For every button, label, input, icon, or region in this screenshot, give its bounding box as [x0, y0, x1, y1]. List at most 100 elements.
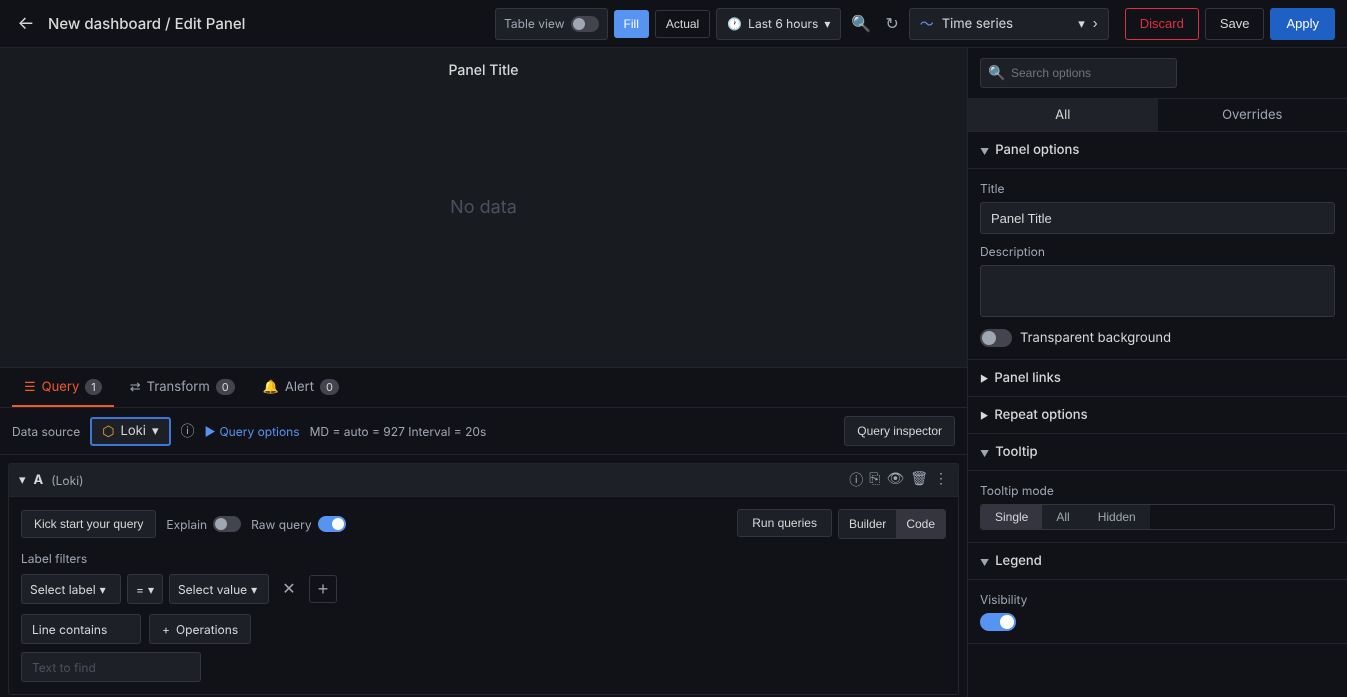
search-options-wrapper: 🔍: [980, 58, 1335, 88]
query-options-label: Query options: [220, 424, 300, 439]
panel-options-chevron-icon: [980, 143, 989, 158]
select-value-text: Select value: [178, 582, 247, 597]
chevron-right-icon: ›: [1093, 16, 1098, 32]
panel-options-title: Panel options: [995, 142, 1079, 158]
code-button[interactable]: Code: [896, 510, 945, 538]
filter-add-button[interactable]: +: [309, 575, 337, 603]
right-panel-header: 🔍: [968, 48, 1347, 99]
tab-all[interactable]: All: [968, 99, 1158, 131]
tooltip-mode-group: Single All Hidden: [980, 504, 1335, 530]
tooltip-mode-all[interactable]: All: [1042, 505, 1083, 529]
select-label-chevron-icon: ▾: [100, 582, 106, 597]
info-icon[interactable]: ⓘ: [181, 421, 195, 441]
apply-button[interactable]: Apply: [1270, 8, 1335, 40]
query-editor-area: Data source ⬡ Loki ▾ ⓘ ▶ Query options M…: [0, 408, 967, 697]
fill-button[interactable]: Fill: [614, 10, 649, 38]
repeat-options-chevron-icon: [980, 407, 988, 423]
query-body: Kick start your query Explain Raw query …: [9, 497, 958, 694]
datasource-selector[interactable]: ⬡ Loki ▾: [90, 417, 170, 446]
legend-visibility-label: Visibility: [980, 592, 1335, 607]
panel-title-label: Panel Title: [449, 62, 519, 79]
panel-links-section-header[interactable]: Panel links: [968, 360, 1347, 397]
visualization-type-selector[interactable]: 〜 Time series ▾ ›: [909, 8, 1109, 40]
transform-tab-icon: ⇄: [130, 379, 141, 395]
toolbar: Table view Fill Actual 🕐 Last 6 hours ▾ …: [495, 8, 1109, 40]
operations-button[interactable]: + Operations: [149, 614, 251, 644]
query-actions-row: Kick start your query Explain Raw query …: [21, 509, 946, 539]
description-textarea[interactable]: [980, 265, 1335, 317]
query-inspector-button[interactable]: Query inspector: [844, 416, 955, 446]
builder-code-switcher: Builder Code: [838, 509, 946, 539]
transform-tab-badge: 0: [216, 379, 235, 395]
alert-tab-label: Alert: [285, 379, 314, 395]
title-field-label: Title: [980, 181, 1335, 196]
tooltip-mode-single[interactable]: Single: [981, 505, 1042, 529]
transform-tab-label: Transform: [147, 379, 210, 395]
query-row-copy-icon[interactable]: ⎘: [869, 470, 880, 490]
tab-query[interactable]: ☰ Query 1: [12, 368, 114, 407]
time-range-picker[interactable]: 🕐 Last 6 hours ▾: [716, 8, 841, 40]
collapse-icon[interactable]: ▾: [19, 472, 26, 488]
text-to-find-input[interactable]: Text to find: [21, 652, 201, 682]
query-row-info-icon[interactable]: ⓘ: [849, 470, 863, 490]
alert-tab-icon: 🔔: [263, 379, 279, 395]
raw-query-switch[interactable]: [318, 516, 346, 532]
no-data-message: No data: [450, 197, 517, 218]
query-row-a: ▾ A (Loki) ⓘ ⎘ 👁 🗑 ⋮ Kick start your que…: [8, 463, 959, 695]
query-meta: MD = auto = 927 Interval = 20s: [310, 424, 487, 439]
query-row-action-icons: ⓘ ⎘ 👁 🗑 ⋮: [849, 470, 948, 490]
tab-transform[interactable]: ⇄ Transform 0: [118, 368, 247, 407]
query-options-arrow-icon: ▶: [205, 424, 216, 439]
filter-clear-button[interactable]: ✕: [275, 575, 303, 603]
line-contains-label: Line contains: [21, 614, 141, 644]
zoom-out-button[interactable]: 🔍: [847, 10, 875, 38]
query-tabs-bar: ☰ Query 1 ⇄ Transform 0 🔔 Alert 0: [0, 368, 967, 408]
chevron-down-icon: ▾: [824, 16, 830, 31]
tab-overrides[interactable]: Overrides: [1158, 99, 1347, 131]
explain-switch[interactable]: [213, 516, 241, 532]
query-row-more-icon[interactable]: ⋮: [934, 470, 948, 490]
select-label-dropdown[interactable]: Select label ▾: [21, 574, 121, 604]
panel-options-body: Title Description Transparent background: [968, 169, 1347, 360]
run-queries-button[interactable]: Run queries: [737, 509, 832, 537]
tooltip-section-header[interactable]: Tooltip: [968, 434, 1347, 471]
query-options-toggle[interactable]: ▶ Query options: [205, 424, 300, 439]
save-button[interactable]: Save: [1205, 8, 1265, 40]
table-view-toggle[interactable]: [571, 16, 599, 32]
datasource-chevron-icon: ▾: [152, 423, 159, 439]
tab-alert[interactable]: 🔔 Alert 0: [251, 368, 351, 407]
search-options-input[interactable]: [980, 58, 1177, 88]
legend-visibility-toggle[interactable]: [980, 613, 1016, 631]
query-row-delete-icon[interactable]: 🗑: [910, 470, 928, 490]
query-row-eye-icon[interactable]: 👁: [886, 470, 904, 490]
chevron-down-icon-2: ▾: [1078, 16, 1085, 32]
query-tab-icon: ☰: [24, 379, 36, 395]
transparent-bg-toggle[interactable]: [980, 329, 1012, 347]
tooltip-mode-label: Tooltip mode: [980, 483, 1335, 498]
actual-button[interactable]: Actual: [655, 10, 710, 38]
tooltip-body: Tooltip mode Single All Hidden: [968, 471, 1347, 543]
select-value-dropdown[interactable]: Select value ▾: [169, 574, 269, 604]
explain-label: Explain: [166, 517, 207, 532]
repeat-options-section-header[interactable]: Repeat options: [968, 397, 1347, 434]
visualization-area: Panel Title No data: [0, 48, 967, 368]
table-view-label: Table view: [504, 16, 564, 31]
legend-section-header[interactable]: Legend: [968, 543, 1347, 580]
kickstart-button[interactable]: Kick start your query: [21, 510, 156, 538]
operator-text: =: [136, 582, 144, 597]
panel-title-input[interactable]: [980, 202, 1335, 234]
back-button[interactable]: ←: [12, 10, 40, 38]
refresh-button[interactable]: ↻: [881, 10, 902, 38]
panel-options-section-header[interactable]: Panel options: [968, 132, 1347, 169]
legend-body: Visibility: [968, 580, 1347, 644]
query-tab-label: Query: [42, 379, 80, 395]
datasource-icon: ⬡: [102, 423, 114, 440]
discard-button[interactable]: Discard: [1125, 8, 1199, 40]
main-layout: Panel Title No data ☰ Query 1 ⇄ Transfor…: [0, 48, 1347, 697]
operator-dropdown[interactable]: = ▾: [127, 574, 163, 604]
builder-button[interactable]: Builder: [839, 510, 896, 538]
tooltip-mode-hidden[interactable]: Hidden: [1084, 505, 1150, 529]
legend-title: Legend: [995, 553, 1042, 569]
tooltip-title: Tooltip: [995, 444, 1037, 460]
query-row-letter: A: [34, 472, 44, 488]
